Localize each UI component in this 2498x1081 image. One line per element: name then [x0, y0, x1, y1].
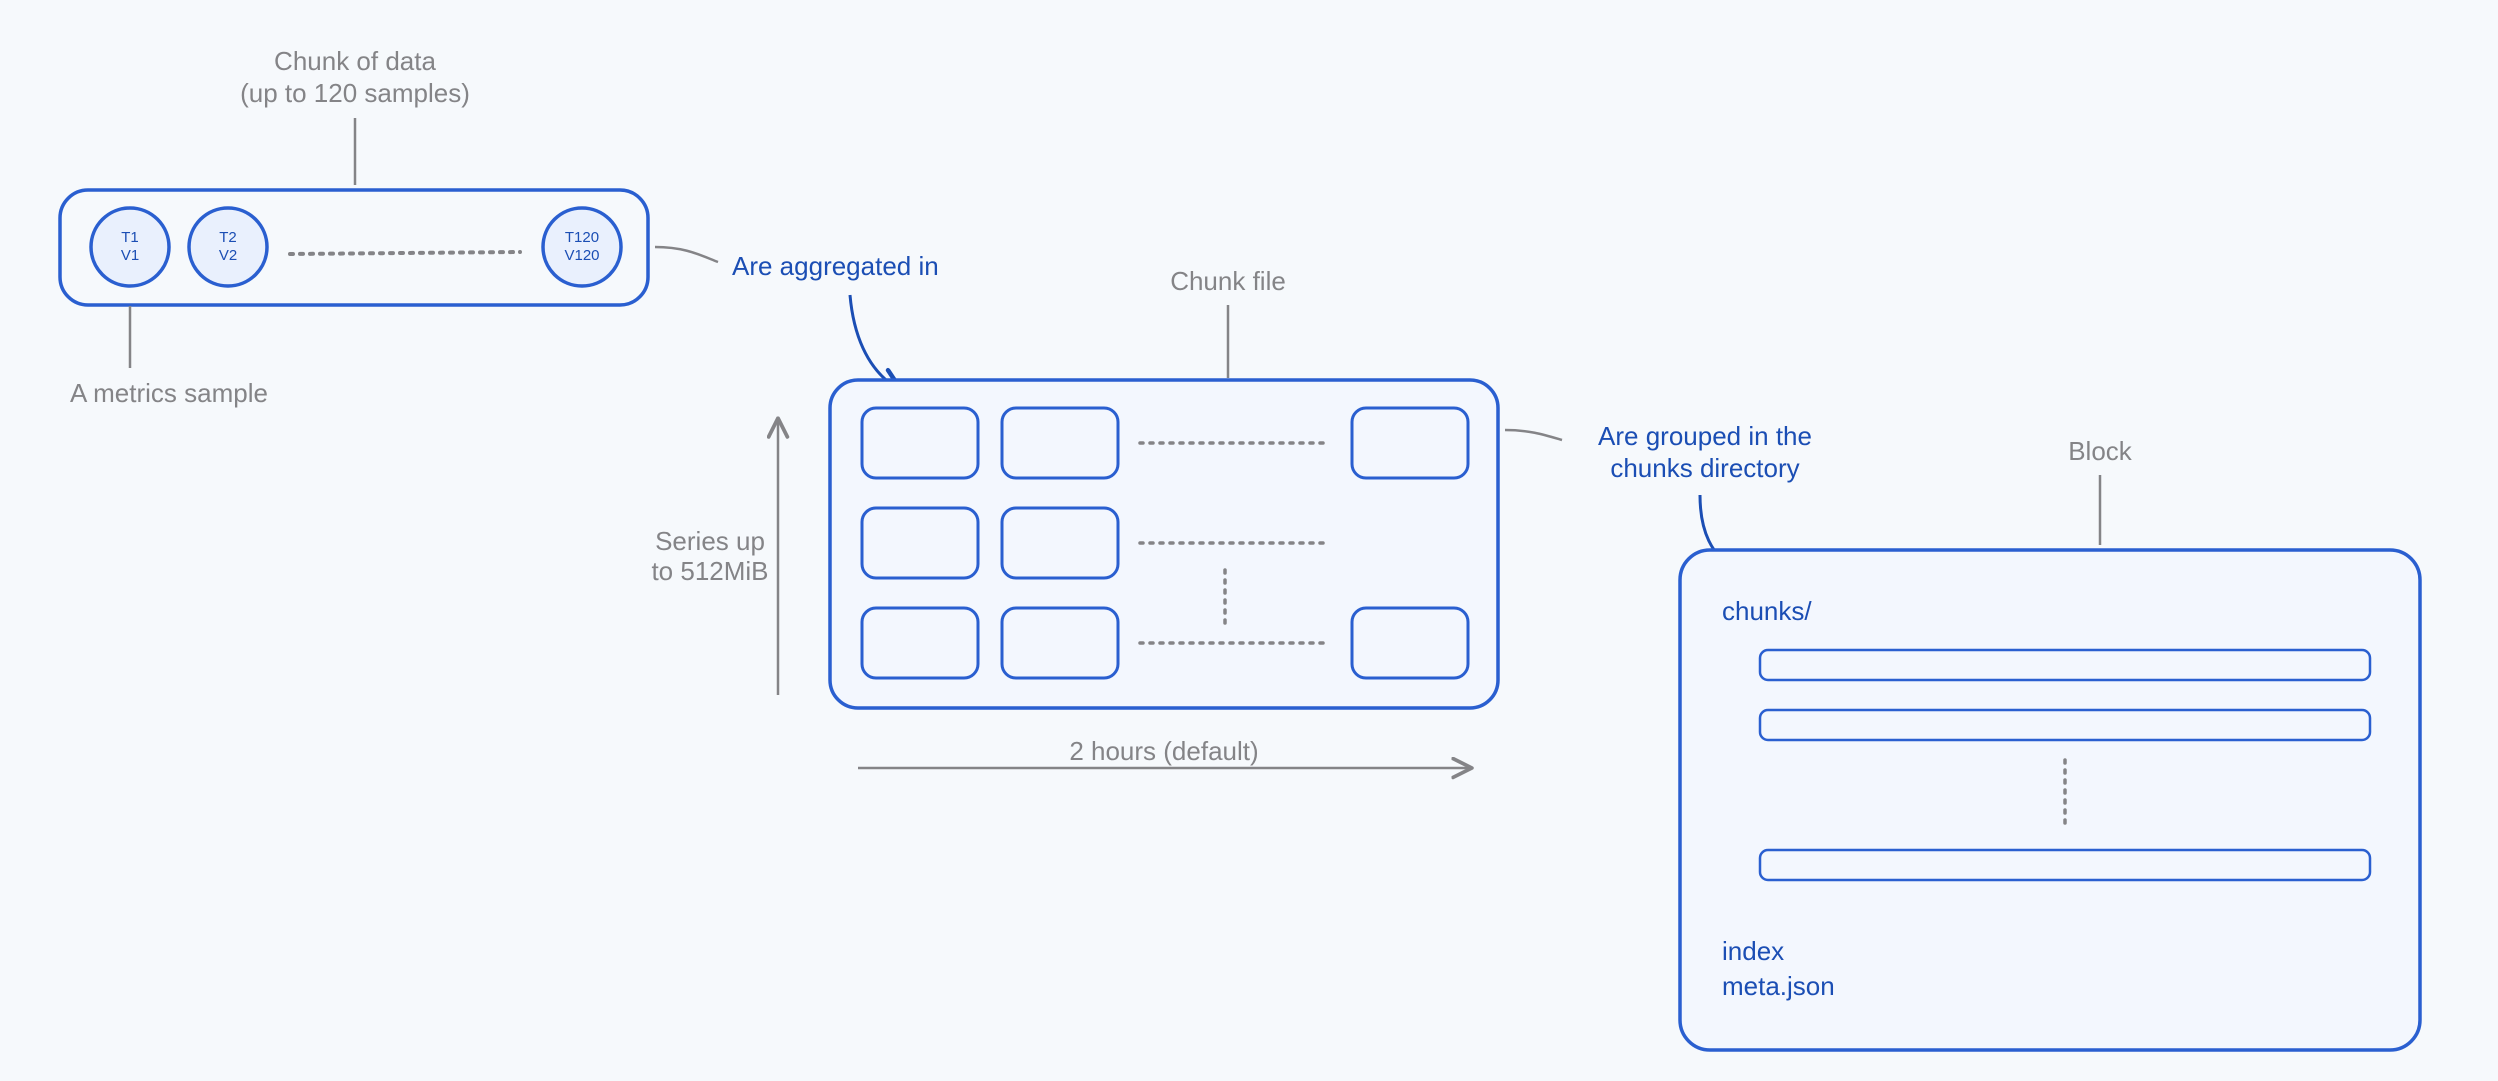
axis-x: 2 hours (default)	[1069, 736, 1258, 766]
axis-y-2: to 512MiB	[651, 556, 768, 586]
sample-1-v: V1	[121, 247, 139, 264]
chunk-title-1: Chunk of data	[274, 46, 436, 76]
chunk-file-box: Chunk file	[830, 266, 1498, 708]
chunk-box: Chunk of data (up to 120 samples) T1 V1 …	[60, 46, 648, 408]
block-box: Block chunks/ index meta.json	[1680, 436, 2420, 1050]
sample-2-t: T2	[219, 229, 237, 246]
sample-3-v: V120	[564, 247, 599, 264]
block-title: Block	[2068, 436, 2133, 466]
arrow2-line1: Are grouped in the	[1598, 421, 1812, 451]
sample-2-v: V2	[219, 247, 237, 264]
diagram-canvas: Chunk of data (up to 120 samples) T1 V1 …	[0, 0, 2498, 1076]
sample-1-t: T1	[121, 229, 139, 246]
block-file-index: index	[1722, 936, 1784, 966]
sample-3: T120 V120	[543, 208, 621, 286]
arrow2-line2: chunks directory	[1610, 453, 1799, 483]
sample-1: T1 V1	[91, 208, 169, 286]
sample-3-t: T120	[565, 229, 599, 246]
block-file-meta: meta.json	[1722, 971, 1835, 1001]
arrow-aggregated: Are aggregated in	[655, 247, 939, 390]
sample-caption: A metrics sample	[70, 378, 268, 408]
axis-y-1: Series up	[655, 526, 765, 556]
chunk-title-2: (up to 120 samples)	[240, 78, 470, 108]
block-dir: chunks/	[1722, 596, 1812, 626]
arrow1-label: Are aggregated in	[732, 251, 939, 281]
sample-2: T2 V2	[189, 208, 267, 286]
chunkfile-title: Chunk file	[1170, 266, 1286, 296]
